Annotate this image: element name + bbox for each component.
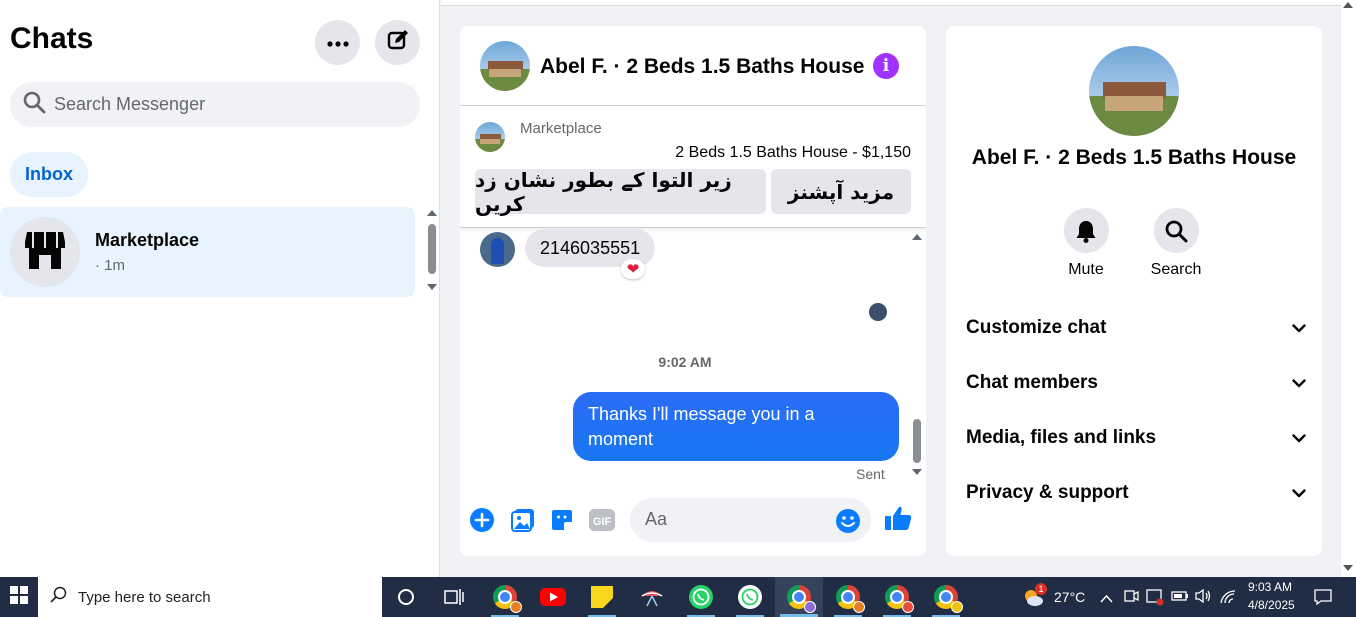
message-list: 2146035551 ❤ 9:02 AM Thanks I'll message… [460,229,926,484]
message-scrollbar[interactable] [911,229,923,484]
mute-label: Mute [1068,261,1104,278]
outgoing-message[interactable]: Thanks I'll message you in a moment [573,392,899,461]
new-message-button[interactable] [375,20,420,65]
contact-avatar[interactable] [480,41,530,91]
search-icon [50,586,68,609]
sticky-notes-icon[interactable] [578,577,626,617]
page-scrollbar[interactable] [1341,0,1356,577]
taskbar-search[interactable] [38,577,382,617]
message-input[interactable] [645,509,825,530]
inbox-filter[interactable]: Inbox [10,152,88,197]
sticker-icon[interactable] [548,506,576,534]
emoji-icon[interactable] [835,508,861,539]
chat-time: · 1m [95,257,125,274]
photo-icon[interactable] [509,506,537,534]
privacy-support-section[interactable]: Privacy & support [966,473,1306,513]
more-options-button[interactable] [315,20,360,65]
chrome-icon[interactable] [481,577,529,617]
search-in-chat-button[interactable]: Search [1146,208,1206,279]
chevron-up-icon[interactable] [1100,590,1113,608]
whatsapp-icon[interactable] [677,577,725,617]
section-label: Chat members [966,372,1098,393]
section-label: Media, files and links [966,427,1157,448]
timestamp-divider: 9:02 AM [658,354,712,370]
search-label: Search [1150,261,1202,278]
battery-icon[interactable] [1171,589,1189,608]
message-status: Sent [856,466,885,482]
mute-button[interactable]: Mute [1056,208,1116,279]
seen-indicator-avatar [869,303,887,321]
search-input[interactable] [54,94,394,115]
mark-pending-button[interactable]: زیر التوا کے بطور نشان زد کریں [475,168,766,216]
profile-name: Abel F. · 2 Beds 1.5 Baths House [971,146,1297,169]
profile-avatar[interactable] [1089,46,1179,136]
conversation-panel: Abel F. · 2 Beds 1.5 Baths House i Marke… [460,26,926,556]
conversation-title[interactable]: Abel F. · 2 Beds 1.5 Baths House [540,55,864,79]
volume-icon[interactable] [1194,588,1212,609]
weather-temperature[interactable]: 27°C [1054,589,1085,605]
compose-icon [386,28,410,57]
media-files-links-section[interactable]: Media, files and links [966,418,1306,458]
ellipsis-icon [326,34,349,52]
shop-icon [24,230,66,275]
info-icon[interactable]: i [873,53,899,79]
marketplace-banner: Marketplace 2 Beds 1.5 Baths House - $1,… [460,106,926,228]
sidebar-title: Chats [10,22,94,55]
listing-thumbnail[interactable] [475,122,505,152]
plus-icon[interactable] [468,506,496,534]
messenger-search[interactable] [10,82,420,127]
taskbar-search-input[interactable] [78,588,358,606]
chrome-profile-2-icon[interactable] [824,577,872,617]
chrome-profile-4-icon[interactable] [922,577,970,617]
start-button[interactable] [0,577,38,617]
task-view-icon[interactable] [430,577,478,617]
chevron-down-icon [1292,427,1306,449]
conversation-header: Abel F. · 2 Beds 1.5 Baths House i [460,26,926,106]
listing-title[interactable]: 2 Beds 1.5 Baths House - $1,150 [675,144,911,162]
message-composer: GIF [460,496,926,546]
more-options-listing-button[interactable]: مزید آپشنز [771,169,911,214]
chevron-down-icon [1292,317,1306,339]
section-label: Privacy & support [966,482,1129,503]
thumbs-up-icon[interactable] [884,504,912,532]
snipping-tool-icon[interactable] [628,577,676,617]
clock-date[interactable]: 4/8/2025 [1248,598,1295,612]
security-icon[interactable] [1146,588,1164,611]
top-strip [441,0,1341,6]
chat-name: Marketplace [95,230,200,250]
windows-taskbar: 1 27°C 9:03 AM 4/8/2025 [0,577,1356,617]
chats-sidebar: Chats Inbox Marketplace · 1m [0,0,440,577]
search-icon [22,90,46,119]
details-panel: Abel F. · 2 Beds 1.5 Baths House Mute Se… [946,26,1322,556]
bell-icon [1063,208,1109,253]
marketplace-label: Marketplace [520,120,602,137]
wifi-icon[interactable] [1219,589,1237,610]
sender-avatar[interactable] [480,232,515,267]
youtube-icon[interactable] [529,577,577,617]
message-input-field[interactable] [630,498,871,542]
chevron-down-icon [1292,482,1306,504]
clock-time[interactable]: 9:03 AM [1248,580,1292,594]
search-icon [1153,208,1199,253]
gif-icon[interactable]: GIF [588,506,616,534]
chat-list-scrollbar[interactable] [426,210,438,294]
chat-members-section[interactable]: Chat members [966,363,1306,403]
chrome-profile-1-icon[interactable] [775,577,823,617]
chevron-down-icon [1292,372,1306,394]
svg-text:GIF: GIF [593,516,612,528]
section-label: Customize chat [966,317,1107,338]
weather-icon[interactable]: 1 [1022,583,1047,609]
heart-reaction-icon[interactable]: ❤ [621,259,645,279]
cortana-icon[interactable] [382,577,430,617]
weather-badge: 1 [1035,583,1047,595]
chat-list-item[interactable]: Marketplace · 1m [0,207,415,297]
marketplace-avatar [10,217,80,287]
meet-now-icon[interactable] [1123,588,1139,609]
notifications-icon[interactable] [1313,588,1333,611]
chrome-profile-3-icon[interactable] [873,577,921,617]
windows-logo-icon [10,585,28,609]
customize-chat-section[interactable]: Customize chat [966,308,1306,348]
whatsapp-web-icon[interactable] [726,577,774,617]
